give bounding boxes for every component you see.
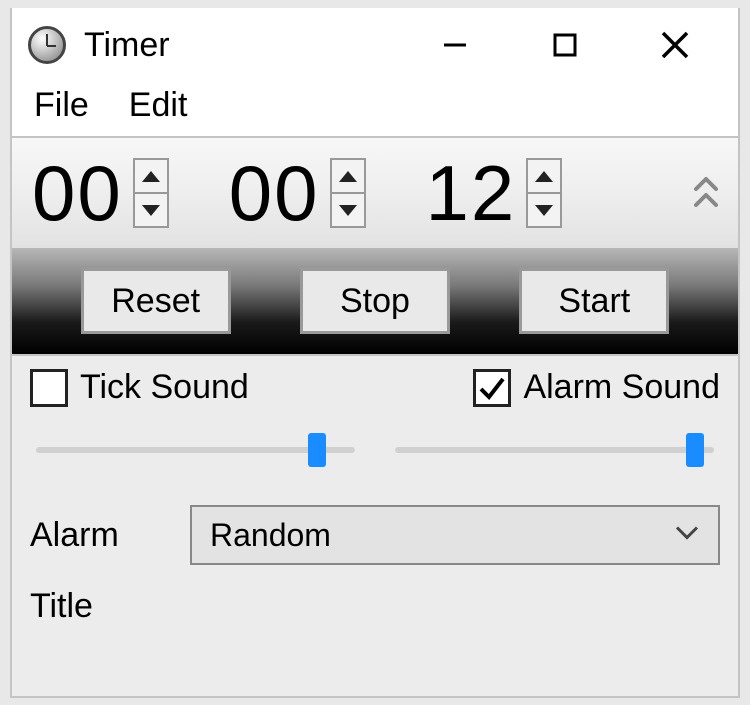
slider-track [395,447,714,453]
chevron-up-icon [142,171,160,182]
chevron-down-icon [339,205,357,216]
options-pane: Tick Sound Alarm Sound [12,356,738,696]
slider-thumb[interactable] [686,433,704,467]
hours-up-button[interactable] [135,160,167,194]
maximize-icon [552,32,578,58]
titlebar: Timer [12,8,738,82]
seconds-down-button[interactable] [528,194,560,226]
title-label: Title [30,587,190,626]
timer-display: 00 00 12 [12,138,738,248]
tick-volume-slider[interactable] [36,435,355,465]
chevron-up-icon [339,171,357,182]
hours-group: 00 [32,154,169,232]
alarm-volume-slider[interactable] [395,435,714,465]
seconds-value: 12 [426,154,517,232]
stop-button[interactable]: Stop [300,268,450,334]
alarm-selected-value: Random [210,517,331,554]
window-title: Timer [84,26,170,65]
hours-value: 00 [32,154,123,232]
seconds-stepper [526,158,562,228]
title-field-row: Title [30,587,720,626]
menu-edit[interactable]: Edit [123,86,194,125]
menubar: File Edit [12,82,738,138]
collapse-button[interactable] [692,175,720,211]
minutes-group: 00 [229,154,366,232]
tick-sound-label: Tick Sound [80,368,249,407]
menu-file[interactable]: File [28,86,95,125]
slider-thumb[interactable] [308,433,326,467]
close-button[interactable] [620,10,730,80]
reset-button[interactable]: Reset [81,268,231,334]
sound-options-row: Tick Sound Alarm Sound [30,368,720,407]
start-button[interactable]: Start [519,268,669,334]
double-chevron-up-icon [692,175,720,211]
chevron-up-icon [535,171,553,182]
chevron-down-icon [674,524,700,547]
minutes-value: 00 [229,154,320,232]
minimize-button[interactable] [400,10,510,80]
clock-icon [28,26,66,64]
volume-sliders-row [30,435,720,465]
alarm-sound-group: Alarm Sound [473,368,720,407]
seconds-group: 12 [426,154,563,232]
checkmark-icon [477,373,507,403]
minutes-up-button[interactable] [332,160,364,194]
hours-down-button[interactable] [135,194,167,226]
minimize-icon [440,30,470,60]
tick-sound-checkbox[interactable] [30,369,68,407]
alarm-sound-checkbox[interactable] [473,369,511,407]
minutes-down-button[interactable] [332,194,364,226]
alarm-field-row: Alarm Random [30,505,720,565]
tick-sound-group: Tick Sound [30,368,249,407]
maximize-button[interactable] [510,10,620,80]
alarm-sound-label: Alarm Sound [523,368,720,407]
chevron-down-icon [535,205,553,216]
app-window: Timer File Edit 00 00 [10,8,740,698]
hours-stepper [133,158,169,228]
alarm-label: Alarm [30,516,190,555]
close-icon [659,29,691,61]
chevron-down-icon [142,205,160,216]
control-row: Reset Stop Start [12,248,738,356]
minutes-stepper [330,158,366,228]
seconds-up-button[interactable] [528,160,560,194]
alarm-combobox[interactable]: Random [190,505,720,565]
